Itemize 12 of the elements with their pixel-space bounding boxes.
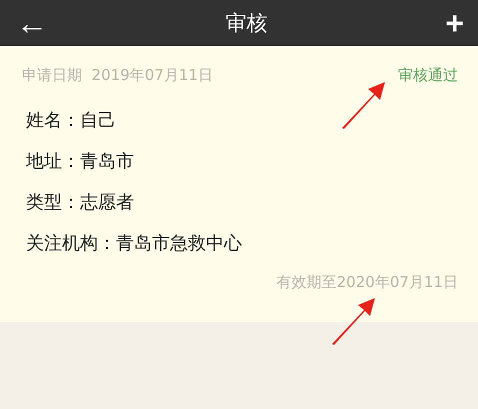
add-button[interactable]: + bbox=[445, 7, 464, 39]
pointer-arrow bbox=[340, 80, 386, 130]
info-row-text: 关注机构：青岛市急救中心 bbox=[26, 233, 243, 255]
application-date: 申请日期 2019年07月11日 bbox=[22, 66, 213, 85]
info-row-text: 类型：志愿者 bbox=[26, 192, 135, 214]
info-row-text: 地址：青岛市 bbox=[26, 151, 135, 173]
page-title: 审核 bbox=[226, 10, 268, 37]
pointer-arrow bbox=[330, 296, 376, 346]
info-row-text: 姓名：自己 bbox=[26, 110, 117, 132]
validity-date: 有效期至2020年07月11日 bbox=[276, 273, 458, 292]
back-button[interactable]: ← bbox=[16, 7, 48, 39]
status-label: 审核通过 bbox=[398, 66, 458, 85]
